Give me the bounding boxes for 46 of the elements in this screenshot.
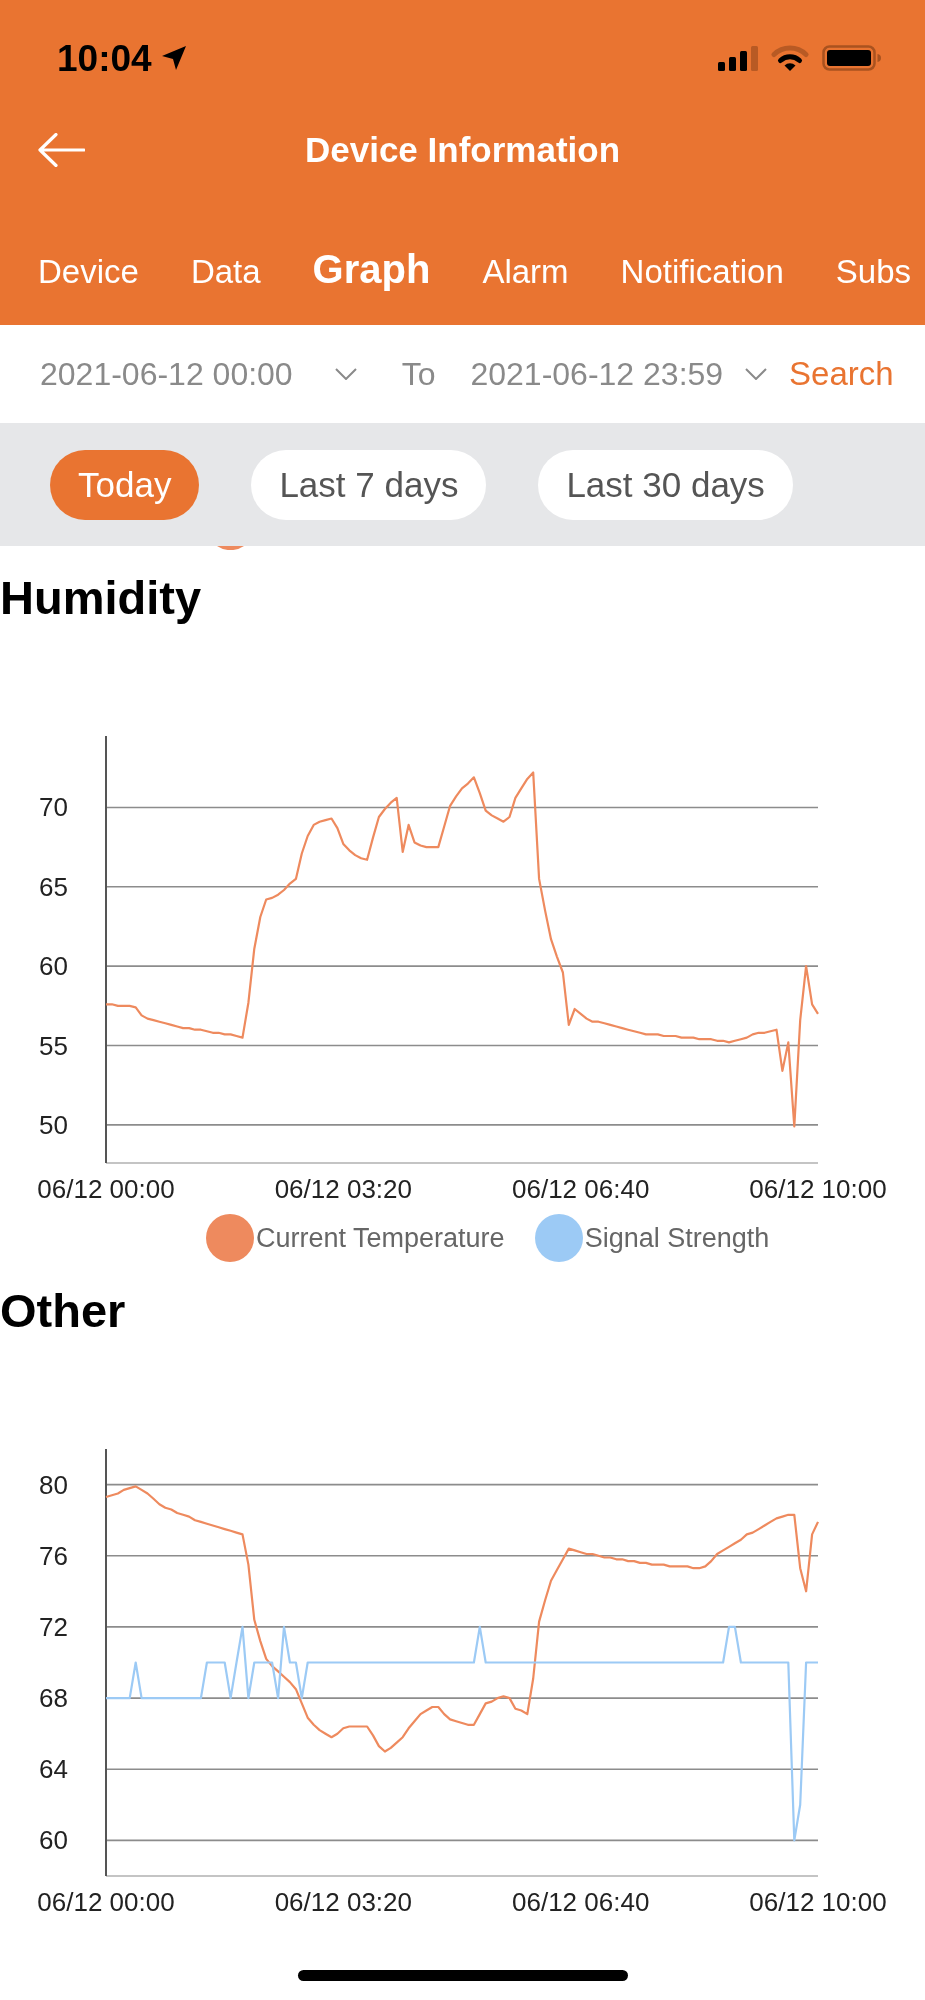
status-time: 10:04 [57,39,152,77]
section-title: Humidity [0,574,203,626]
tab[interactable]: Alarm [482,248,569,296]
battery-icon [822,45,882,71]
location-arrow-icon [161,46,186,70]
y-tick-label: 60 [39,951,68,982]
y-tick-label: 76 [39,1540,68,1571]
tab[interactable]: Device [38,248,139,296]
y-tick-label: 64 [39,1754,68,1785]
search-button[interactable]: Search [789,355,894,393]
date-picker[interactable]: 2021-06-12 23:59 [470,355,768,393]
x-tick-label: 06/12 10:00 [749,1887,887,1917]
range-separator-label: To [401,355,436,393]
chevron-down-icon [745,368,768,380]
y-tick-label: 65 [39,871,68,902]
tab[interactable]: Data [190,248,261,296]
y-tick-label: 60 [39,1825,68,1856]
x-tick-label: 06/12 00:00 [37,1174,175,1204]
x-tick-label: 06/12 06:40 [512,1174,650,1204]
page-title: Device Information [304,130,621,170]
x-tick-label: 06/12 10:00 [749,1174,887,1204]
date-picker[interactable]: 2021-06-12 00:00 [40,355,357,393]
y-tick-label: 80 [39,1469,68,1500]
y-tick-label: 72 [39,1611,68,1642]
tab[interactable]: Notification [620,248,784,296]
y-tick-label: 55 [39,1030,68,1061]
chevron-down-icon [334,368,357,380]
range-chip[interactable]: Last 7 days [251,449,487,520]
tab[interactable]: Subs [835,248,912,296]
x-tick-label: 06/12 00:00 [37,1887,175,1917]
back-button[interactable] [38,133,85,167]
x-tick-label: 06/12 03:20 [274,1174,412,1204]
y-tick-label: 70 [39,792,68,823]
legend-label: Signal Strength [584,1222,770,1254]
x-tick-label: 06/12 03:20 [274,1887,412,1917]
wifi-icon [771,45,809,71]
back-arrow-icon [38,133,85,167]
range-chip[interactable]: Last 30 days [538,449,793,520]
y-tick-label: 68 [39,1683,68,1714]
section-title: Other [0,1287,127,1339]
legend-label: Current Temperature [256,1222,505,1254]
range-chip[interactable]: Today [50,449,200,520]
x-tick-label: 06/12 06:40 [512,1887,650,1917]
tab[interactable]: Graph [312,245,431,293]
signal-icon [718,45,758,71]
y-tick-label: 50 [39,1109,68,1140]
